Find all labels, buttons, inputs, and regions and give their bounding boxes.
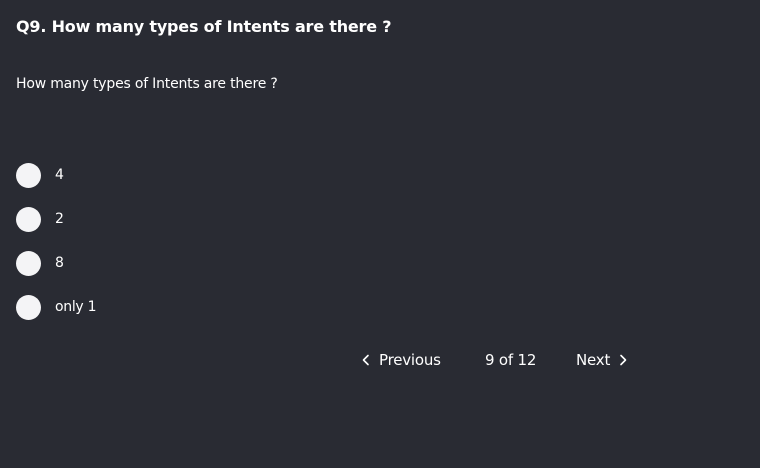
- option-label: only 1: [55, 299, 97, 315]
- radio-button[interactable]: [16, 162, 41, 188]
- option-only-1[interactable]: only 1: [16, 294, 96, 320]
- option-8[interactable]: 8: [16, 250, 96, 276]
- option-label: 4: [55, 167, 64, 183]
- chevron-left-icon: [360, 349, 372, 371]
- option-4[interactable]: 4: [16, 162, 96, 188]
- radio-button[interactable]: [16, 294, 41, 320]
- next-button[interactable]: Next: [576, 349, 629, 371]
- question-title: Q9. How many types of Intents are there …: [16, 17, 392, 36]
- answer-options: 4 2 8 only 1: [16, 162, 96, 338]
- option-label: 8: [55, 255, 64, 271]
- radio-button[interactable]: [16, 250, 41, 276]
- page-count: 9 of 12: [485, 351, 537, 369]
- previous-button[interactable]: Previous: [360, 349, 441, 371]
- pagination: Previous 9 of 12 Next: [0, 349, 760, 371]
- previous-label: Previous: [379, 351, 441, 369]
- option-label: 2: [55, 211, 64, 227]
- radio-button[interactable]: [16, 206, 41, 232]
- option-2[interactable]: 2: [16, 206, 96, 232]
- chevron-right-icon: [617, 349, 629, 371]
- question-text: How many types of Intents are there ?: [16, 76, 278, 92]
- next-label: Next: [576, 351, 611, 369]
